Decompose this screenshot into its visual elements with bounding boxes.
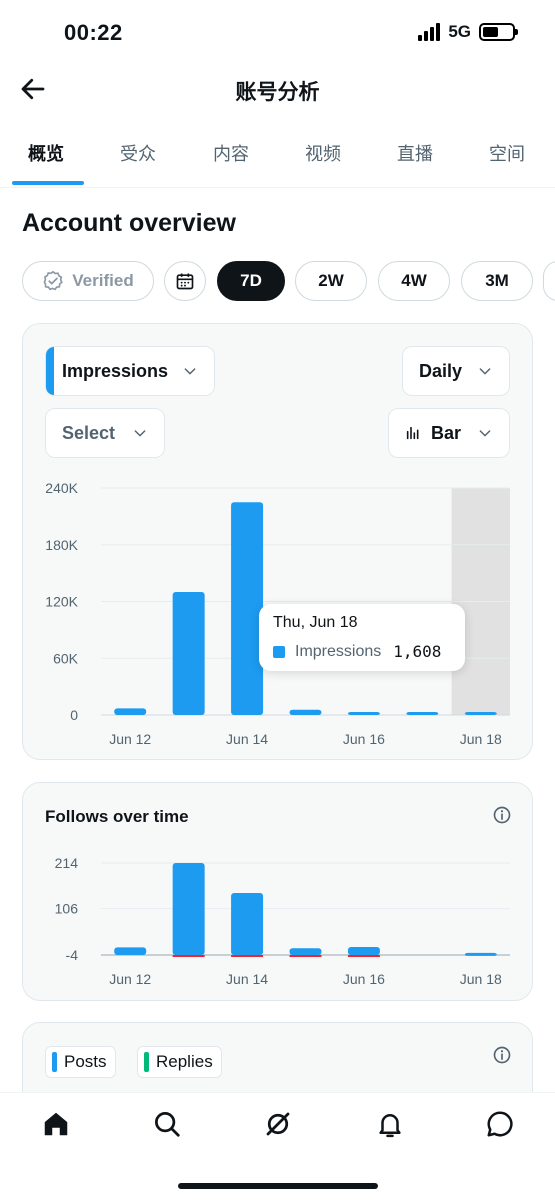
status-bar: 00:22 5G bbox=[0, 0, 555, 66]
tab-overview[interactable]: 概览 bbox=[28, 140, 64, 166]
x-tick-label: Jun 16 bbox=[343, 731, 385, 747]
replies-chip[interactable]: Replies bbox=[137, 1046, 222, 1078]
posts-label: Posts bbox=[64, 1052, 107, 1071]
messages-icon[interactable] bbox=[485, 1109, 515, 1139]
metric-dropdown[interactable]: Impressions bbox=[45, 346, 215, 396]
bar-chart-icon bbox=[406, 426, 419, 440]
unfollows-bar bbox=[289, 955, 322, 957]
follows-bar bbox=[114, 947, 147, 955]
y-tick-label: 240K bbox=[45, 480, 78, 496]
x-tick-label: Jun 14 bbox=[226, 731, 268, 747]
verified-filter[interactable]: Verified bbox=[22, 261, 154, 301]
x-tick-label: Jun 12 bbox=[109, 731, 151, 747]
home-icon[interactable] bbox=[41, 1109, 71, 1139]
interval-dropdown[interactable]: Daily bbox=[402, 346, 510, 396]
bell-icon[interactable] bbox=[375, 1109, 405, 1139]
tooltip-swatch bbox=[273, 645, 285, 658]
tab-live[interactable]: 直播 bbox=[397, 140, 433, 166]
chart-tooltip: Thu, Jun 18 Impressions 1,608 bbox=[259, 604, 465, 671]
status-time: 00:22 bbox=[64, 20, 123, 45]
chevron-down-icon bbox=[479, 430, 491, 437]
compare-dropdown[interactable]: Select bbox=[45, 408, 165, 458]
y-tick-label: 180K bbox=[45, 537, 78, 553]
metric-label: Impressions bbox=[62, 360, 169, 381]
battery-icon bbox=[479, 23, 518, 41]
grok-icon[interactable] bbox=[263, 1109, 293, 1139]
unfollows-bar bbox=[231, 955, 264, 957]
info-icon[interactable] bbox=[492, 1045, 512, 1065]
bar-jun-17 bbox=[406, 712, 439, 715]
compare-label: Select bbox=[62, 422, 116, 443]
tab-bar: 概览 受众 内容 视频 直播 空间 bbox=[0, 128, 555, 188]
bar-jun-12 bbox=[114, 708, 147, 715]
chevron-down-icon bbox=[184, 368, 196, 375]
top-bar: 账号分析 bbox=[0, 66, 555, 116]
unfollows-bar bbox=[347, 955, 380, 957]
chart-style-dropdown[interactable]: Bar bbox=[388, 408, 510, 458]
y-tick-label: 120K bbox=[45, 594, 78, 610]
tab-content[interactable]: 内容 bbox=[213, 140, 249, 166]
impressions-card: Impressions Daily Select Bar 0 60K 120K 180… bbox=[22, 323, 533, 760]
chevron-down-icon bbox=[134, 430, 146, 437]
x-tick-label: Jun 16 bbox=[343, 971, 385, 987]
verified-label: Verified bbox=[72, 271, 134, 290]
filter-row: Verified 7D 2W 4W 3M bbox=[22, 261, 555, 303]
chevron-down-icon bbox=[479, 368, 491, 375]
posts-chip[interactable]: Posts bbox=[45, 1046, 116, 1078]
range-more-button[interactable] bbox=[543, 261, 555, 301]
x-tick-label: Jun 18 bbox=[460, 971, 502, 987]
calendar-icon bbox=[176, 273, 194, 290]
range-4w-button[interactable]: 4W bbox=[378, 261, 450, 301]
follows-bar bbox=[464, 952, 497, 956]
posts-color bbox=[52, 1052, 57, 1072]
x-tick-label: Jun 18 bbox=[460, 731, 502, 747]
replies-label: Replies bbox=[156, 1052, 213, 1071]
chart-style-label: Bar bbox=[431, 422, 462, 443]
bar-jun-13 bbox=[172, 592, 205, 715]
tab-video[interactable]: 视频 bbox=[305, 140, 341, 166]
network-label: 5G bbox=[448, 22, 471, 41]
follows-bar bbox=[231, 892, 264, 955]
info-icon[interactable] bbox=[492, 805, 512, 825]
interval-label: Daily bbox=[419, 360, 463, 381]
bar-jun-18 bbox=[464, 712, 497, 715]
x-tick-label: Jun 12 bbox=[109, 971, 151, 987]
follows-bar bbox=[289, 948, 322, 955]
y-tick-label: 214 bbox=[55, 855, 79, 871]
active-tab-indicator bbox=[12, 181, 84, 185]
metric-color-indicator bbox=[46, 347, 54, 395]
replies-color bbox=[144, 1052, 149, 1072]
bar-jun-15 bbox=[289, 709, 322, 715]
x-tick-label: Jun 14 bbox=[226, 971, 268, 987]
follows-card: Follows over time -4 106 214 Jun 12 Jun 14 Ju… bbox=[22, 782, 533, 1001]
y-tick-label: 60K bbox=[53, 650, 79, 666]
follows-bar bbox=[347, 946, 380, 955]
unfollows-bar bbox=[172, 955, 205, 957]
tooltip-date: Thu, Jun 18 bbox=[273, 614, 358, 631]
follows-chart[interactable]: -4 106 214 Jun 12 Jun 14 Jun 16 Jun 18 bbox=[23, 843, 534, 993]
tab-audience[interactable]: 受众 bbox=[120, 140, 156, 166]
tooltip-series: Impressions bbox=[295, 642, 382, 660]
date-picker-button[interactable] bbox=[164, 261, 206, 301]
y-tick-label: 0 bbox=[70, 707, 78, 723]
status-icons: 5G bbox=[418, 22, 518, 42]
bar-jun-16 bbox=[347, 712, 380, 715]
page-title: 账号分析 bbox=[235, 81, 320, 104]
section-title: Account overview bbox=[22, 209, 236, 237]
y-tick-label: -4 bbox=[66, 947, 79, 963]
range-2w-button[interactable]: 2W bbox=[295, 261, 367, 301]
verified-badge-icon bbox=[43, 270, 64, 291]
range-7d-button[interactable]: 7D bbox=[217, 261, 285, 301]
search-icon[interactable] bbox=[152, 1109, 182, 1139]
signal-icon bbox=[418, 23, 441, 41]
bar-jun-14 bbox=[231, 502, 264, 715]
y-tick-label: 106 bbox=[55, 901, 79, 917]
follows-bar bbox=[172, 863, 205, 955]
home-indicator bbox=[178, 1183, 378, 1189]
follows-title: Follows over time bbox=[45, 807, 189, 826]
tooltip-value: 1,608 bbox=[393, 642, 442, 661]
range-3m-button[interactable]: 3M bbox=[461, 261, 533, 301]
tab-spaces[interactable]: 空间 bbox=[489, 140, 525, 166]
